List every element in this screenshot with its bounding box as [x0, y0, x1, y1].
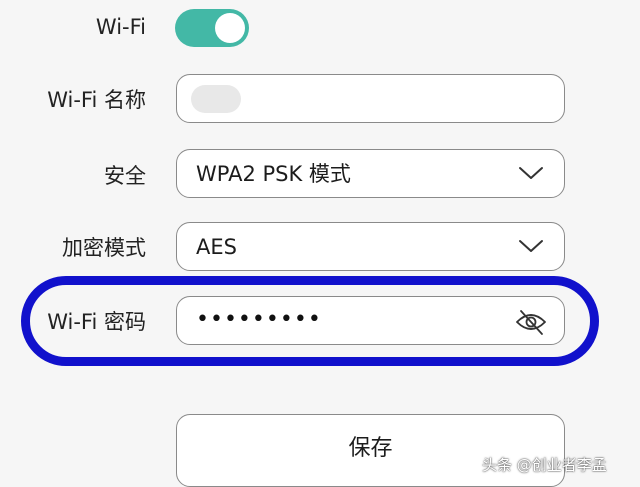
- security-select[interactable]: WPA2 PSK 模式: [176, 149, 565, 198]
- eye-off-icon[interactable]: [514, 308, 548, 336]
- encryption-select[interactable]: AES: [176, 222, 565, 271]
- wifi-label: Wi-Fi: [95, 15, 146, 39]
- wifi-password-label: Wi-Fi 密码: [47, 310, 146, 334]
- wifi-name-value: [191, 85, 241, 113]
- wifi-password-input[interactable]: •••••••••: [176, 296, 565, 345]
- watermark-text: 头条 @创业者李孟: [482, 456, 607, 474]
- encryption-selected-value: AES: [196, 235, 237, 259]
- chevron-down-icon: [519, 167, 543, 179]
- save-button[interactable]: 保存: [176, 414, 565, 487]
- wifi-toggle[interactable]: [175, 9, 249, 47]
- chevron-down-icon: [519, 240, 543, 252]
- security-selected-value: WPA2 PSK 模式: [196, 162, 351, 186]
- wifi-name-input[interactable]: [176, 74, 565, 123]
- password-masked-value: •••••••••: [196, 307, 322, 332]
- security-label: 安全: [104, 164, 146, 188]
- toggle-knob: [215, 13, 245, 43]
- wifi-name-label: Wi-Fi 名称: [47, 88, 146, 112]
- encryption-label: 加密模式: [62, 236, 146, 260]
